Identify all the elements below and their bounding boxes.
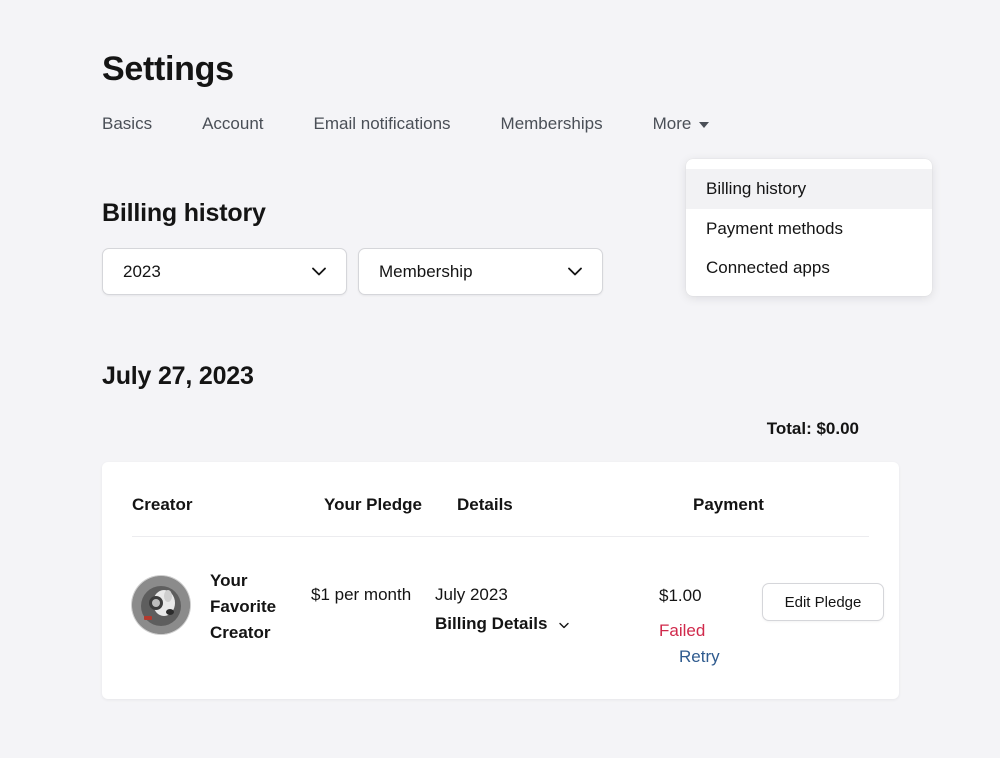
retry-link[interactable]: Retry <box>679 647 720 667</box>
billing-date-heading: July 27, 2023 <box>102 362 254 390</box>
column-header-pledge: Your Pledge <box>324 495 422 514</box>
avatar <box>132 576 190 634</box>
type-select[interactable]: Membership <box>358 248 603 295</box>
table-divider <box>132 536 869 537</box>
creator-name[interactable]: Your Favorite Creator <box>210 568 300 646</box>
more-dropdown-menu: Billing history Payment methods Connecte… <box>686 159 932 296</box>
column-header-payment: Payment <box>693 495 764 514</box>
type-select-value: Membership <box>379 261 473 281</box>
year-select-value: 2023 <box>123 261 161 281</box>
details-period: July 2023 <box>435 585 508 604</box>
chevron-down-icon <box>559 614 570 634</box>
menu-item-billing-history[interactable]: Billing history <box>686 169 932 209</box>
tab-email-notifications[interactable]: Email notifications <box>314 114 451 134</box>
pledge-amount: $1 per month <box>311 585 412 604</box>
tab-more[interactable]: More <box>653 114 710 134</box>
billing-details-toggle[interactable]: Billing Details <box>435 614 570 634</box>
page-title: Settings <box>102 50 234 88</box>
tab-memberships[interactable]: Memberships <box>501 114 603 134</box>
billing-history-heading: Billing history <box>102 199 266 227</box>
edit-pledge-button[interactable]: Edit Pledge <box>762 583 884 621</box>
menu-item-connected-apps[interactable]: Connected apps <box>686 248 932 288</box>
year-select[interactable]: 2023 <box>102 248 347 295</box>
tab-basics[interactable]: Basics <box>102 114 152 134</box>
chevron-down-icon <box>568 267 582 276</box>
billing-details-label: Billing Details <box>435 614 548 633</box>
settings-tabs: Basics Account Email notifications Membe… <box>102 114 710 134</box>
tab-more-label: More <box>652 114 692 133</box>
tab-account[interactable]: Account <box>202 114 263 134</box>
column-header-creator: Creator <box>132 495 193 514</box>
menu-item-payment-methods[interactable]: Payment methods <box>686 209 932 249</box>
payment-status: Failed <box>659 621 706 640</box>
payment-amount: $1.00 <box>659 586 702 605</box>
billing-total: Total: $0.00 <box>766 419 859 438</box>
billing-table: Creator Your Pledge Details Payment Your… <box>102 462 899 699</box>
caret-down-icon <box>699 122 710 128</box>
column-header-details: Details <box>457 495 513 514</box>
chevron-down-icon <box>312 267 326 276</box>
